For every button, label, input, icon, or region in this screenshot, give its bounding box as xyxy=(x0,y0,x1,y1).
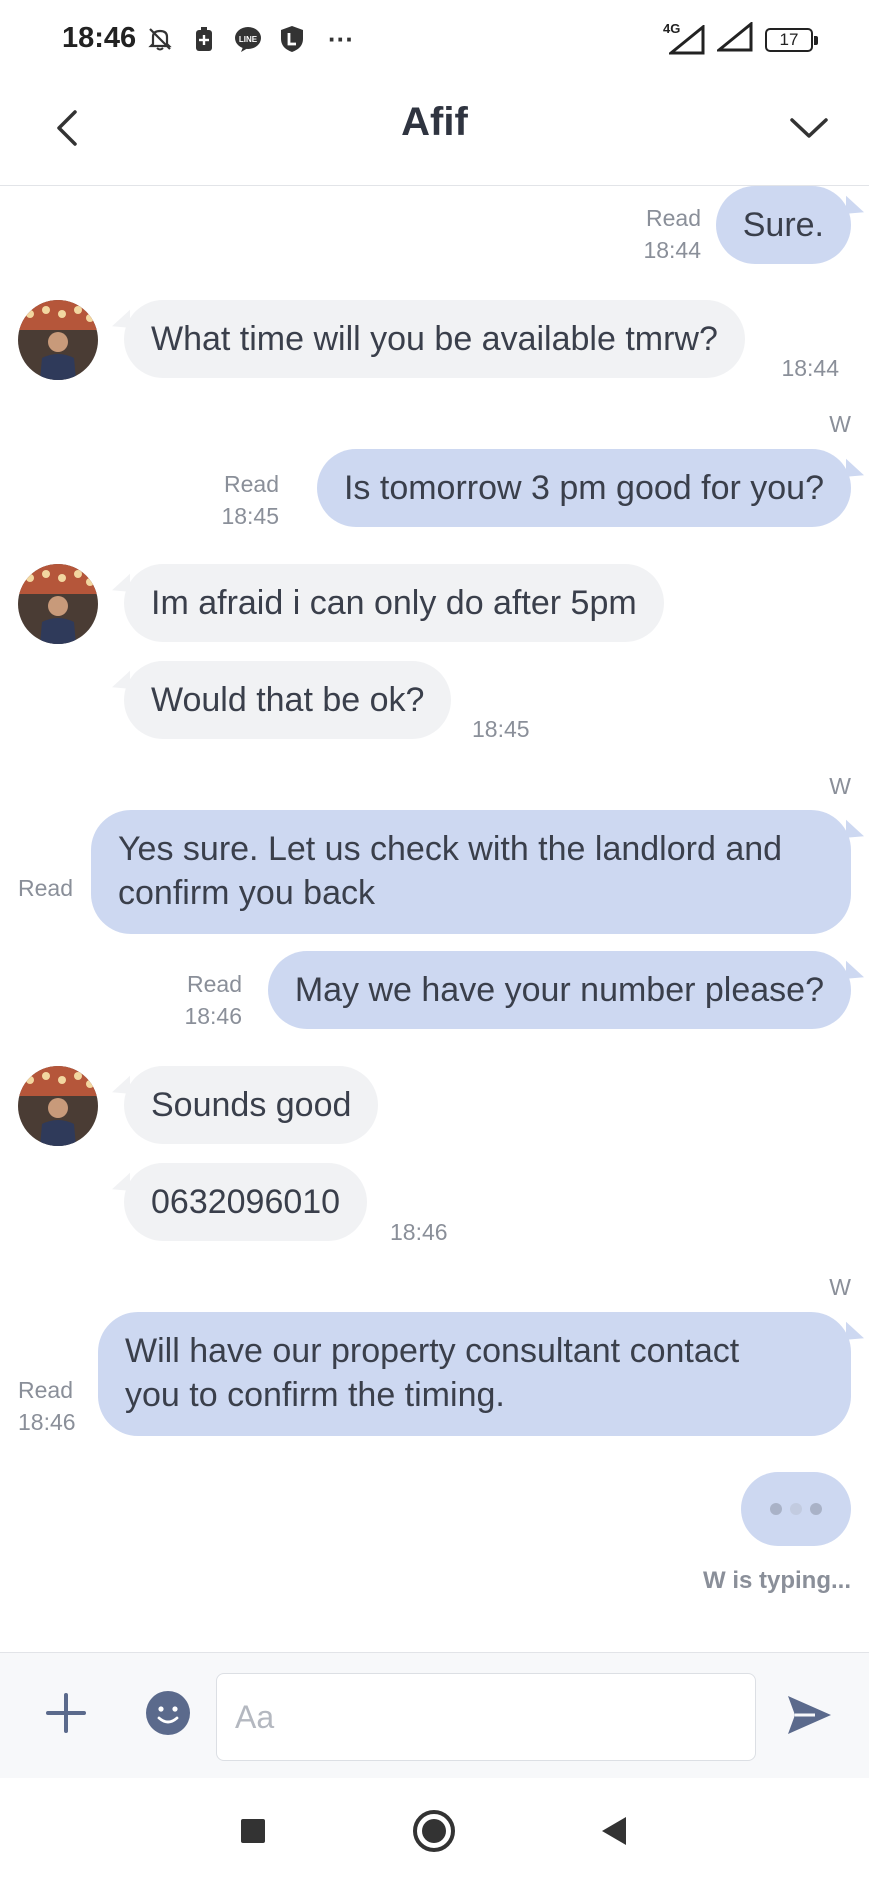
more-icon: ··· xyxy=(328,23,354,54)
outgoing-message[interactable]: Yes sure. Let us check with the landlord… xyxy=(91,810,851,934)
typing-label: W is typing... xyxy=(703,1567,851,1594)
message-time: 18:45 xyxy=(221,503,279,529)
read-receipt: Read xyxy=(224,471,279,497)
battery-icon: 17 xyxy=(765,27,818,52)
emoji-button[interactable] xyxy=(138,1683,198,1743)
message-text-line: Will have our property consultant contac… xyxy=(125,1332,740,1370)
read-receipt: Read xyxy=(18,875,73,901)
message-meta: Read 18:46 xyxy=(122,968,242,1032)
circle-icon xyxy=(413,1810,455,1852)
message-meta: Read 18:45 xyxy=(159,468,279,532)
recents-button[interactable] xyxy=(228,1806,278,1856)
message-text: What time will you be available tmrw? xyxy=(151,320,718,358)
battery-saver-icon xyxy=(189,24,219,54)
incoming-message[interactable]: Sounds good xyxy=(124,1066,379,1144)
typing-dot xyxy=(790,1503,802,1515)
incoming-message[interactable]: 0632096010 xyxy=(124,1163,368,1241)
incoming-message[interactable]: Im afraid i can only do after 5pm xyxy=(124,564,664,642)
message-text: Sounds good xyxy=(151,1086,352,1124)
avatar[interactable] xyxy=(18,564,98,644)
read-receipt: Read xyxy=(187,971,242,997)
sender-label: W xyxy=(829,411,851,437)
chat-menu-button[interactable] xyxy=(779,98,839,158)
contact-photo-icon xyxy=(18,564,98,644)
message-meta: Read 18:44 xyxy=(581,202,701,266)
signal-4g-icon: 4G xyxy=(663,21,705,55)
battery-fill xyxy=(767,29,775,50)
message-time: 18:46 xyxy=(184,1003,242,1029)
send-button[interactable] xyxy=(777,1683,841,1747)
read-receipt: Read xyxy=(646,205,701,231)
signal-icon xyxy=(714,20,753,57)
battery-level: 17 xyxy=(779,29,799,49)
back-nav-button[interactable] xyxy=(589,1806,639,1856)
svg-text:LINE: LINE xyxy=(239,35,258,44)
square-icon xyxy=(241,1819,265,1843)
triangle-back-icon xyxy=(602,1817,626,1845)
read-receipt: Read xyxy=(18,1377,73,1403)
message-input[interactable] xyxy=(216,1673,756,1761)
system-nav-bar xyxy=(0,1778,869,1883)
message-time: 18:44 xyxy=(643,237,701,263)
message-time: 18:44 xyxy=(781,355,839,381)
send-icon xyxy=(788,1696,831,1734)
message-text-line: you to confirm the timing. xyxy=(125,1376,505,1414)
status-right: 4G 17 xyxy=(663,20,818,57)
message-text: Im afraid i can only do after 5pm xyxy=(151,584,637,622)
chat-header: Afif xyxy=(0,78,869,186)
message-time: 18:46 xyxy=(18,1409,76,1435)
message-text: Sure. xyxy=(742,206,824,244)
message-text-line: Yes sure. Let us check with the landlord… xyxy=(118,830,783,868)
sender-label: W xyxy=(829,773,851,799)
message-time: 18:45 xyxy=(472,716,530,742)
typing-dot xyxy=(810,1503,822,1515)
bell-off-icon xyxy=(145,24,175,54)
message-meta: Read 18:46 xyxy=(18,1374,76,1438)
contact-photo-icon xyxy=(18,1066,98,1146)
notification-icons: LINE ··· xyxy=(145,24,361,54)
avatar[interactable] xyxy=(18,1066,98,1146)
add-attachment-button[interactable] xyxy=(36,1683,96,1743)
outgoing-message[interactable]: Sure. xyxy=(715,186,851,264)
message-text: 0632096010 xyxy=(151,1183,341,1221)
message-text-line: confirm you back xyxy=(118,874,375,912)
incoming-message[interactable]: What time will you be available tmrw? xyxy=(124,300,745,378)
status-bar: 18:46 LINE ··· 4G 17 xyxy=(0,0,869,78)
contact-photo-icon xyxy=(18,300,98,380)
outgoing-message[interactable]: May we have your number please? xyxy=(267,951,851,1029)
chevron-down-icon xyxy=(790,118,828,138)
smiley-icon xyxy=(146,1691,190,1735)
message-time: 18:46 xyxy=(390,1219,448,1245)
outgoing-message[interactable]: Will have our property consultant contac… xyxy=(98,1312,851,1436)
line-app-icon: LINE xyxy=(233,24,263,54)
avatar[interactable] xyxy=(18,300,98,380)
shield-l-icon xyxy=(277,24,307,54)
outgoing-message[interactable]: Is tomorrow 3 pm good for you? xyxy=(316,449,851,527)
home-button[interactable] xyxy=(409,1806,459,1856)
status-time: 18:46 xyxy=(62,22,137,54)
sender-label: W xyxy=(829,1274,851,1300)
chat-title: Afif xyxy=(401,100,468,144)
composer-bar xyxy=(0,1652,869,1778)
plus-icon xyxy=(46,1693,86,1733)
message-text: Would that be ok? xyxy=(151,681,425,719)
message-text: Is tomorrow 3 pm good for you? xyxy=(343,469,824,507)
incoming-message[interactable]: Would that be ok? xyxy=(124,661,452,739)
typing-indicator xyxy=(741,1472,851,1546)
message-text: May we have your number please? xyxy=(294,971,824,1009)
typing-dot xyxy=(770,1503,782,1515)
message-list[interactable]: Read 18:44 Sure. What time will you be a… xyxy=(0,186,869,1652)
